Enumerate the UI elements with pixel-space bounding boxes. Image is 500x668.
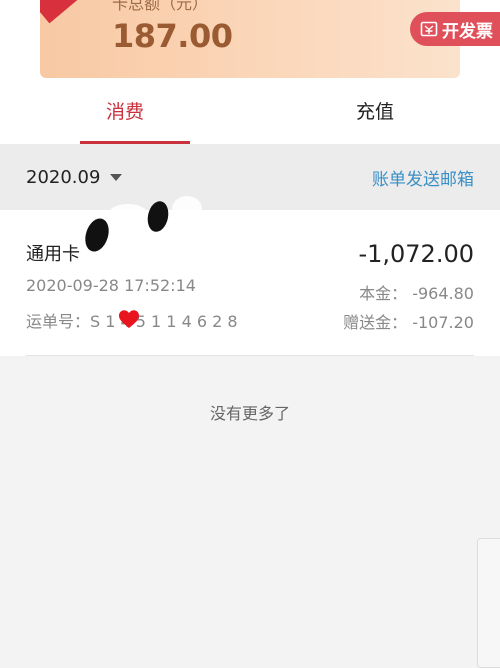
transaction-bonus: 赠送金： -107.20 <box>343 313 474 332</box>
invoice-button[interactable]: 开发票 <box>410 12 500 46</box>
tab-bar: 消费 充值 <box>0 78 500 144</box>
transaction-principal: 本金： -964.80 <box>359 284 474 303</box>
balance-amount: 187.00 <box>112 17 233 55</box>
send-bill-email-link[interactable]: 账单发送邮箱 <box>372 165 474 190</box>
tab-consumption[interactable]: 消费 <box>0 78 250 144</box>
tab-consumption-label: 消费 <box>105 100 144 123</box>
tab-recharge[interactable]: 充值 <box>250 78 500 144</box>
heart-icon <box>119 310 139 328</box>
balance-card: 卡总额（元） 187.00 <box>40 0 460 78</box>
ticket-icon <box>420 20 438 38</box>
transaction-time: 2020-09-28 17:52:14 <box>26 276 196 295</box>
balance-label: 卡总额（元） <box>112 0 209 13</box>
month-value: 2020.09 <box>26 166 101 188</box>
side-drawer-handle[interactable] <box>477 538 500 668</box>
caret-down-icon <box>110 173 123 181</box>
card-corner-ribbon <box>40 0 104 24</box>
no-more-text: 没有更多了 <box>209 404 290 423</box>
transaction-amount: -1,072.00 <box>358 240 474 268</box>
invoice-button-label: 开发票 <box>442 21 493 42</box>
redaction-blur <box>172 196 202 222</box>
transaction-title: 通用卡 <box>26 244 80 265</box>
divider <box>26 355 474 356</box>
transaction-item[interactable]: 通用卡 2020-09-28 17:52:14 运单号：S 1 4 5 1 1 … <box>0 210 500 356</box>
filter-bar: 2020.09 账单发送邮箱 <box>0 144 500 210</box>
tab-recharge-label: 充值 <box>355 100 394 123</box>
redaction-blur <box>105 204 151 234</box>
month-selector[interactable]: 2020.09 <box>26 166 123 188</box>
balance-section: 卡总额（元） 187.00 开发票 <box>0 0 500 78</box>
